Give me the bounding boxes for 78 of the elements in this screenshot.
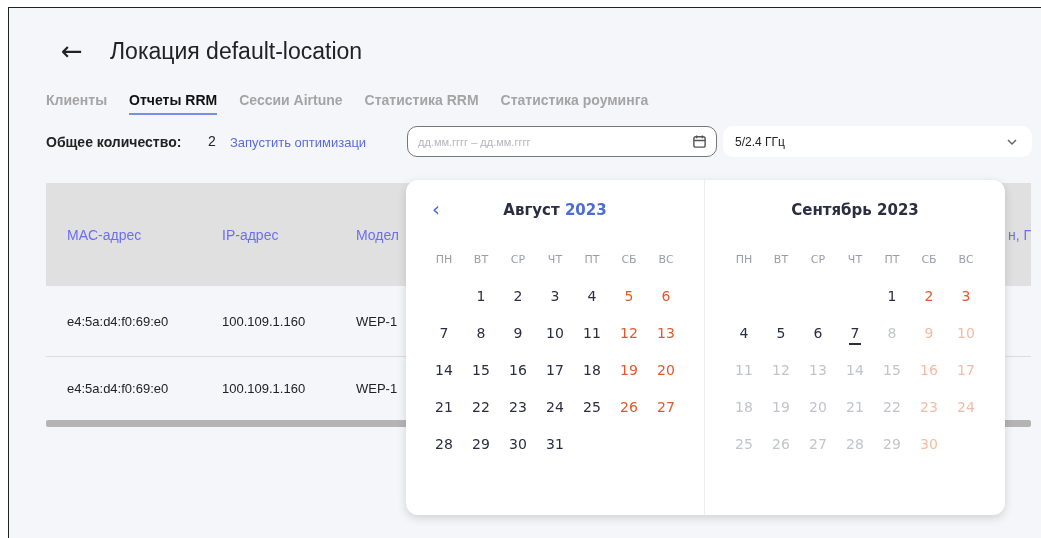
band-select[interactable]: 5/2.4 ГГц (723, 126, 1032, 157)
weekday-label: ВТ (772, 251, 790, 268)
previous-month-button[interactable]: ‹ (428, 197, 444, 221)
calendar-day[interactable]: 6 (811, 322, 825, 345)
weekday-label: СР (809, 251, 827, 268)
calendar-day[interactable]: 7 (437, 322, 451, 345)
weekday-label: ПН (434, 251, 454, 268)
column-header[interactable]: MAC-адрес (46, 226, 201, 243)
calendar-day[interactable]: 18 (581, 359, 603, 382)
calendar-day[interactable]: 1 (885, 285, 899, 308)
calendar-day[interactable]: 20 (655, 359, 677, 382)
calendar-day[interactable]: 11 (581, 322, 603, 345)
calendar-day[interactable]: 5 (774, 322, 788, 345)
calendar-day[interactable]: 28 (433, 433, 455, 456)
chevron-down-icon (1006, 137, 1018, 146)
weekday-label: ПТ (883, 251, 901, 268)
calendar-day[interactable]: 29 (470, 433, 492, 456)
calendar-day[interactable]: 8 (474, 322, 488, 345)
calendar-day[interactable]: 26 (618, 396, 640, 419)
tab[interactable]: Статистика RRM (364, 90, 479, 115)
total-count-label: Общее количество: (46, 133, 183, 151)
calendar-day[interactable]: 30 (507, 433, 529, 456)
calendar-day[interactable]: 9 (511, 322, 525, 345)
tab[interactable]: Отчеты RRM (129, 90, 218, 115)
table-cell-text: e4:5a:d4:f0:69:e0 (66, 381, 170, 396)
weekday-label: СР (509, 251, 527, 268)
weekday-label: ВС (957, 251, 975, 268)
date-range-field[interactable]: дд.мм.гггг – дд.мм.гггг (407, 126, 717, 157)
weekday-label: ПТ (583, 251, 601, 268)
calendar-day[interactable]: 3 (548, 285, 562, 308)
calendar-day[interactable]: 1 (474, 285, 488, 308)
calendar-day[interactable]: 24 (544, 396, 566, 419)
calendar-day[interactable]: 4 (737, 322, 751, 345)
calendar-day[interactable]: 4 (585, 285, 599, 308)
table-cell-text: e4:5a:d4:f0:69:e0 (66, 313, 170, 329)
tab[interactable]: Клиенты (46, 90, 108, 115)
back-button[interactable]: ← (52, 36, 92, 66)
table-cell-text: 100.109.1.160 (221, 381, 307, 396)
month-title: Сентябрь 2023 (791, 201, 919, 219)
calendar-day[interactable]: 12 (618, 322, 640, 345)
weekday-label: СБ (620, 251, 638, 268)
weekday-label: ПН (734, 251, 754, 268)
calendar-day[interactable]: 2 (511, 285, 525, 308)
weekday-label: СБ (920, 251, 938, 268)
column-header[interactable]: IP-адрес (201, 226, 335, 243)
weekday-label: ЧТ (846, 251, 864, 268)
calendar-day[interactable]: 23 (507, 396, 529, 419)
calendar-day[interactable]: 6 (659, 285, 673, 308)
column-header[interactable]: н, Г (1007, 226, 1031, 243)
calendar-day[interactable]: 22 (470, 396, 492, 419)
table-cell-text: 100.109.1.160 (221, 313, 307, 329)
tab[interactable]: Статистика роуминга (500, 90, 649, 115)
calendar-day[interactable]: 5 (622, 285, 636, 308)
calendar-day[interactable]: 13 (655, 322, 677, 345)
calendar-day[interactable]: 25 (581, 396, 603, 419)
weekday-label: ЧТ (546, 251, 564, 268)
calendar-day[interactable]: 7 (848, 322, 862, 345)
calendar-day[interactable]: 14 (433, 359, 455, 382)
weekday-label: ВС (657, 251, 675, 268)
calendar-icon (692, 134, 707, 149)
calendar-day[interactable]: 16 (507, 359, 529, 382)
page-title: Локация default-location (110, 37, 363, 65)
calendar-day[interactable]: 31 (544, 433, 566, 456)
calendar-day[interactable]: 27 (655, 396, 677, 419)
calendar-day[interactable]: 2 (922, 285, 936, 308)
calendar-day[interactable]: 19 (618, 359, 640, 382)
weekday-label: ВТ (472, 251, 490, 268)
table-cell-text: WEP-1 (355, 313, 399, 329)
calendar-day[interactable]: 21 (433, 396, 455, 419)
calendar-day[interactable]: 3 (959, 285, 973, 308)
run-optimization-link[interactable]: Запустить оптимизаци (230, 135, 367, 150)
tab[interactable]: Сессии Airtune (239, 90, 343, 115)
calendar-day[interactable]: 17 (544, 359, 566, 382)
month-title: Август 2023 (503, 201, 607, 219)
total-count-value: 2 (208, 133, 217, 149)
calendar-day[interactable]: 10 (544, 322, 566, 345)
table-cell-text: WEP-1 (355, 381, 399, 396)
calendar-day[interactable]: 15 (470, 359, 492, 382)
